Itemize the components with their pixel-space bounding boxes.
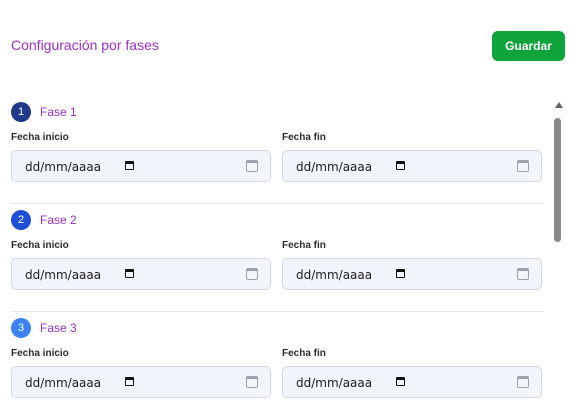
phase-number-badge: 2 xyxy=(11,210,31,230)
calendar-icon xyxy=(517,268,529,280)
phase-section: 1 Fase 1 Fecha inicio dd/mm/aaaa Fecha f… xyxy=(11,96,544,204)
end-date-field: Fecha fin dd/mm/aaaa xyxy=(282,132,544,182)
calendar-picker-icon[interactable] xyxy=(125,269,134,278)
calendar-icon xyxy=(246,160,258,172)
phase-name: Fase 2 xyxy=(40,213,77,227)
start-date-input[interactable]: dd/mm/aaaa xyxy=(11,150,271,182)
start-date-input[interactable]: dd/mm/aaaa xyxy=(11,258,271,290)
phase-number-badge: 1 xyxy=(11,102,31,122)
start-date-value: dd/mm/aaaa xyxy=(25,268,102,282)
phase-name: Fase 3 xyxy=(40,321,77,335)
phase-header: 3 Fase 3 xyxy=(11,318,77,338)
page-header: Configuración por fases Guardar xyxy=(0,0,578,90)
calendar-picker-icon[interactable] xyxy=(396,377,405,386)
calendar-picker-icon[interactable] xyxy=(125,161,134,170)
end-date-field: Fecha fin dd/mm/aaaa xyxy=(282,348,544,398)
vertical-scrollbar[interactable] xyxy=(553,96,567,412)
end-date-label: Fecha fin xyxy=(282,348,326,359)
calendar-picker-icon[interactable] xyxy=(396,161,405,170)
end-date-label: Fecha fin xyxy=(282,132,326,143)
calendar-icon xyxy=(517,376,529,388)
calendar-icon xyxy=(246,268,258,280)
end-date-field: Fecha fin dd/mm/aaaa xyxy=(282,240,544,290)
calendar-icon xyxy=(517,160,529,172)
start-date-value: dd/mm/aaaa xyxy=(25,160,102,174)
phase-section: 2 Fase 2 Fecha inicio dd/mm/aaaa Fecha f… xyxy=(11,204,544,312)
phase-section: 3 Fase 3 Fecha inicio dd/mm/aaaa Fecha f… xyxy=(11,312,544,412)
end-date-value: dd/mm/aaaa xyxy=(296,376,373,390)
save-button[interactable]: Guardar xyxy=(492,31,565,61)
calendar-picker-icon[interactable] xyxy=(396,269,405,278)
start-date-field: Fecha inicio dd/mm/aaaa xyxy=(11,348,273,398)
calendar-picker-icon[interactable] xyxy=(125,377,134,386)
end-date-input[interactable]: dd/mm/aaaa xyxy=(282,258,542,290)
calendar-icon xyxy=(246,376,258,388)
start-date-label: Fecha inicio xyxy=(11,240,69,251)
phases-list[interactable]: 1 Fase 1 Fecha inicio dd/mm/aaaa Fecha f… xyxy=(0,96,553,412)
page-title: Configuración por fases xyxy=(11,37,159,53)
end-date-value: dd/mm/aaaa xyxy=(296,160,373,174)
phase-name: Fase 1 xyxy=(40,105,77,119)
phase-number-badge: 3 xyxy=(11,318,31,338)
end-date-label: Fecha fin xyxy=(282,240,326,251)
scroll-up-arrow-icon[interactable] xyxy=(555,102,563,108)
start-date-field: Fecha inicio dd/mm/aaaa xyxy=(11,240,273,290)
end-date-input[interactable]: dd/mm/aaaa xyxy=(282,150,542,182)
start-date-label: Fecha inicio xyxy=(11,132,69,143)
start-date-value: dd/mm/aaaa xyxy=(25,376,102,390)
start-date-label: Fecha inicio xyxy=(11,348,69,359)
start-date-field: Fecha inicio dd/mm/aaaa xyxy=(11,132,273,182)
end-date-input[interactable]: dd/mm/aaaa xyxy=(282,366,542,398)
start-date-input[interactable]: dd/mm/aaaa xyxy=(11,366,271,398)
end-date-value: dd/mm/aaaa xyxy=(296,268,373,282)
phase-header: 2 Fase 2 xyxy=(11,210,77,230)
phase-header: 1 Fase 1 xyxy=(11,102,77,122)
scrollbar-thumb[interactable] xyxy=(554,118,561,242)
